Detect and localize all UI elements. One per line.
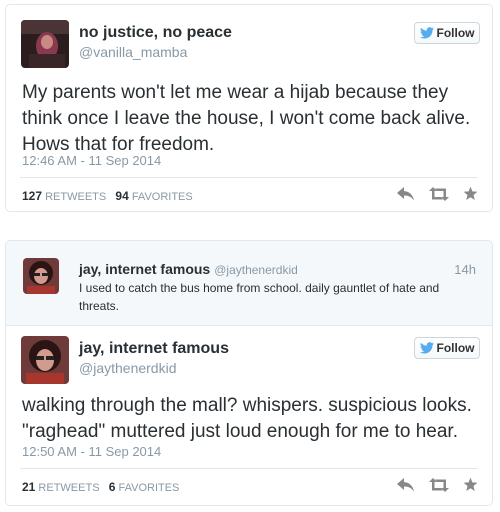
tweet-stats: 127 RETWEETS 94 FAVORITES: [22, 189, 193, 203]
favorites-stat[interactable]: 94 FAVORITES: [115, 189, 192, 203]
twitter-bird-icon: [419, 27, 434, 39]
tweet-timestamp[interactable]: 12:50 AM - 11 Sep 2014: [22, 444, 161, 459]
divider: [20, 468, 478, 469]
twitter-bird-icon: [419, 342, 434, 354]
tweet-text: walking through the mall? whispers. susp…: [22, 395, 472, 442]
tweet-stats: 21 RETWEETS 6 FAVORITES: [22, 480, 179, 494]
retweet-icon[interactable]: [429, 186, 449, 206]
user-handle[interactable]: @jaythenerdkid: [79, 360, 177, 376]
reply-icon[interactable]: [397, 477, 415, 497]
avatar[interactable]: [21, 336, 69, 384]
star-icon[interactable]: [463, 186, 478, 206]
retweets-stat[interactable]: 127 RETWEETS: [22, 189, 106, 203]
parent-tweet[interactable]: jay, internet famous @jaythenerdkid 14h I…: [6, 241, 492, 326]
favorites-stat[interactable]: 6 FAVORITES: [109, 480, 180, 494]
tweet-actions: [397, 186, 478, 206]
follow-button[interactable]: Follow: [414, 22, 480, 44]
parent-display-name[interactable]: jay, internet famous @jaythenerdkid: [79, 261, 298, 277]
parent-tweet-text: I used to catch the bus home from school…: [79, 281, 440, 313]
retweets-stat[interactable]: 21 RETWEETS: [22, 480, 100, 494]
parent-time[interactable]: 14h: [454, 262, 476, 277]
display-name[interactable]: jay, internet famous: [79, 340, 229, 358]
star-icon[interactable]: [463, 477, 478, 497]
tweet-text: My parents won't let me wear a hijab bec…: [22, 82, 471, 155]
reply-icon[interactable]: [397, 186, 415, 206]
tweet-card-1: no justice, no peace @vanilla_mamba Foll…: [5, 4, 493, 212]
parent-handle[interactable]: @jaythenerdkid: [214, 263, 298, 277]
display-name[interactable]: no justice, no peace: [79, 24, 232, 42]
follow-label: Follow: [436, 341, 475, 355]
follow-button[interactable]: Follow: [414, 337, 480, 359]
retweet-icon[interactable]: [429, 477, 449, 497]
tweet-card-2: jay, internet famous @jaythenerdkid 14h I…: [5, 240, 493, 506]
divider: [20, 177, 478, 178]
avatar[interactable]: [23, 258, 59, 294]
follow-label: Follow: [436, 26, 475, 40]
avatar[interactable]: [21, 20, 69, 68]
tweet-timestamp[interactable]: 12:46 AM - 11 Sep 2014: [22, 153, 161, 168]
user-handle[interactable]: @vanilla_mamba: [79, 44, 187, 60]
tweet-actions: [397, 477, 478, 497]
